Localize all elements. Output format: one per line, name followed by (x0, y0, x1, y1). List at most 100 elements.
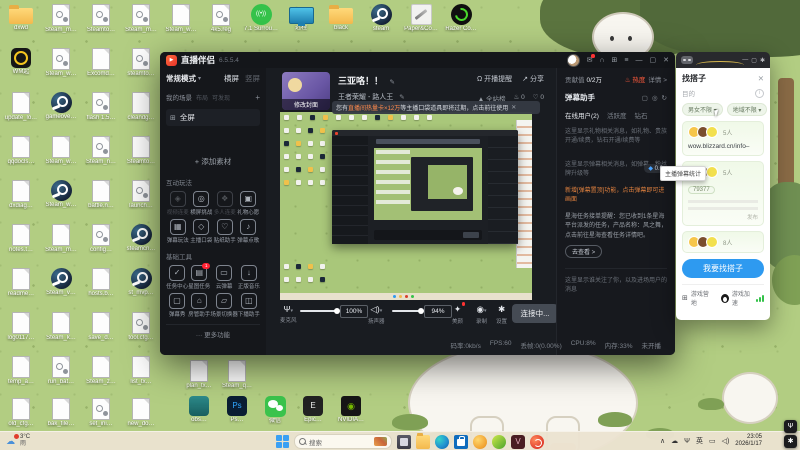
tab-landscape[interactable]: 横屏 (224, 73, 239, 84)
tool-item[interactable]: ♡ 贴纸助手 (213, 219, 237, 244)
refresh-icon[interactable]: ↻ (662, 94, 667, 102)
volume-tray-icon[interactable]: ◁) (722, 437, 730, 445)
live-companion-taskbar-button[interactable] (530, 434, 544, 450)
tool-item[interactable]: ◎ 横屏挑战 (190, 191, 214, 216)
desktop-icon-doc[interactable]: Steamto… (122, 136, 160, 166)
detail-link[interactable]: 详情 > (648, 74, 667, 84)
weather-widget[interactable]: ☁ 3°C 雨 (6, 433, 30, 448)
ime-indicator[interactable]: 英 (696, 436, 703, 446)
start-button[interactable] (276, 435, 289, 448)
panel-tab[interactable]: 钻石 (634, 110, 647, 120)
desktop-icon-doc[interactable]: readme… (2, 268, 40, 298)
close-icon[interactable]: ✕ (758, 74, 764, 83)
overlay-mic-button[interactable]: Ψ (784, 420, 797, 433)
partner-group-card[interactable]: 5人 wow.blizzard.cn/info– (682, 121, 764, 157)
cover-edit-label[interactable]: 修改封面 (282, 99, 330, 110)
desktop-icon-nvidia[interactable]: NVIDIA… (332, 396, 370, 424)
tool-item[interactable]: ▣ 礼物心愿 (237, 191, 261, 216)
store-button[interactable] (454, 434, 468, 449)
desktop-icon-steam[interactable]: st_mvp… (122, 268, 160, 297)
game-app-button[interactable] (473, 434, 487, 449)
desktop-icon-doc[interactable]: Steam_q… (218, 360, 256, 390)
tool-item[interactable]: ▭ 云弹幕 (210, 265, 238, 290)
desktop-icon-folder[interactable]: black (322, 4, 360, 32)
desktop-icon-doc[interactable]: Steam_z… (82, 356, 120, 386)
tool-item[interactable]: ♪ 弹幕点歌 (237, 219, 261, 244)
connect-button[interactable]: 连接中... (512, 304, 558, 323)
desktop-icon-doc[interactable]: bak_file… (42, 398, 80, 428)
desktop-icon-doc[interactable]: notes.t… (2, 224, 40, 254)
minimize-button[interactable]: — (636, 57, 643, 64)
tool-item[interactable]: ◇ 主播口袋 (190, 219, 214, 244)
desktop-icon-gear[interactable]: config… (82, 224, 120, 254)
desktop-icon-steam[interactable]: steam (362, 4, 400, 33)
tool-item[interactable]: ⌂ 房管助手 (188, 293, 210, 318)
desktop-icon-gear[interactable]: Steam_n… (82, 136, 120, 166)
desktop-icon-folder[interactable]: dxwd (2, 4, 40, 32)
desktop-icon-gear[interactable]: launch… (122, 180, 160, 210)
desktop-icon-doc[interactable]: log0117… (2, 312, 40, 342)
desktop-icon-steam[interactable]: Steam_w… (42, 180, 80, 209)
filter-chip[interactable]: 地域不限 ▾ (726, 103, 768, 116)
tool-item[interactable]: ↓ 正版音乐 (238, 265, 260, 290)
clock[interactable]: 23:05 2026/1/17 (735, 434, 762, 448)
add-material-button[interactable]: + 添加素材 (166, 156, 260, 167)
chevron-down-icon[interactable]: ▾ (291, 308, 294, 314)
find-partner-button[interactable]: 我要找搭子 (682, 259, 764, 279)
record-button[interactable]: ◉▾ 录制 (476, 304, 487, 325)
desktop-icon-steam[interactable]: steamcn… (122, 224, 160, 253)
desktop-icon-doc[interactable]: Steam_k… (42, 312, 80, 342)
desktop-icon-doc[interactable]: qqdocls… (2, 136, 40, 166)
desktop-icon-g71[interactable]: 7.1 Surrou… (242, 4, 280, 33)
desktop-icon-pencil[interactable]: Paper&Co… (402, 4, 440, 33)
desktop-icon-steam[interactable]: Steam_v… (42, 268, 80, 297)
desktop-icon-doc[interactable]: Steam_m… (42, 224, 80, 254)
cloud-tray-icon[interactable]: ☁ (671, 437, 678, 445)
heat-entry[interactable]: ♨ 热度 (625, 74, 646, 84)
desktop-icon-doc[interactable]: save_d… (82, 312, 120, 342)
desktop-icon-doc[interactable]: old_cfg… (2, 398, 40, 428)
user-avatar[interactable] (566, 53, 580, 67)
desktop-icon-gear[interactable]: Steam_m… (122, 4, 160, 34)
toast-close-icon[interactable]: ✕ (511, 104, 516, 111)
desktop-icon-ps[interactable]: Ps… (218, 396, 256, 424)
desktop-icon-gear[interactable]: Steam_w… (42, 48, 80, 78)
add-scene-button[interactable]: + (255, 93, 260, 102)
desktop-icon-doc[interactable]: Excomd… (82, 48, 120, 78)
hidden-icons-chevron[interactable]: ∧ (660, 437, 665, 445)
tool-item[interactable]: ▤ 1 星图任务 (188, 263, 211, 290)
tool-item[interactable]: ◈ 视频连麦 (166, 191, 190, 216)
broadcast-remind-button[interactable]: Ω 开播提醒 (477, 74, 512, 84)
beauty-button[interactable]: ✦ 美颜 (452, 302, 466, 325)
menu-icon[interactable]: ≡ (624, 57, 628, 64)
share-button[interactable]: ↗ 分享 (522, 74, 544, 84)
desktop-icon-doc[interactable]: temp_a… (2, 356, 40, 386)
desktop-icon-doc[interactable]: update_lo… (2, 92, 40, 122)
desktop-icon-gear[interactable]: Steamto… (82, 4, 120, 34)
desktop-icon-doc[interactable]: list_tx… (122, 356, 160, 386)
microphone-control[interactable]: Ψ▾ 麦克风 (280, 304, 297, 324)
scene-item-fullscreen[interactable]: ⊞ 全屏 (166, 109, 260, 126)
task-view-button[interactable] (397, 434, 411, 449)
filter-icon[interactable]: ◎ (652, 94, 658, 102)
desktop-icon-monitor[interactable]: 远程 (282, 4, 320, 32)
speaker-control[interactable]: ◁)▾ 扬声器 (368, 304, 385, 325)
desktop-icon-dark[interactable]: Epic… (294, 396, 332, 424)
settings-button[interactable]: ✱ 设置 (496, 304, 507, 325)
desktop-icon-gear[interactable]: run_bat… (42, 356, 80, 386)
desktop-icon-doc[interactable]: Steam_w… (42, 136, 80, 166)
view-task-button[interactable]: 去查看 > (565, 245, 603, 259)
chevron-down-icon[interactable]: ▾ (380, 308, 383, 314)
desktop-icon-gear[interactable]: tool.cfg… (122, 312, 160, 342)
edit-category-icon[interactable]: ✎ (399, 94, 404, 101)
tool-item[interactable]: ▱ 场景切换器 (210, 293, 238, 318)
panel-tab[interactable]: 在线用户(2) (565, 110, 599, 120)
desktop-icon-steam[interactable]: gameove… (42, 92, 80, 121)
close-button[interactable]: ✕ (663, 56, 669, 64)
desktop-icon-doc[interactable]: Steam_w… (162, 4, 200, 34)
maximize-button[interactable]: ▢ (650, 56, 657, 64)
microphone-slider[interactable] (300, 308, 340, 314)
file-explorer-button[interactable] (416, 432, 430, 449)
minimize-button[interactable]: — (742, 57, 748, 64)
overlay-settings-button[interactable]: ✱ (784, 435, 797, 448)
